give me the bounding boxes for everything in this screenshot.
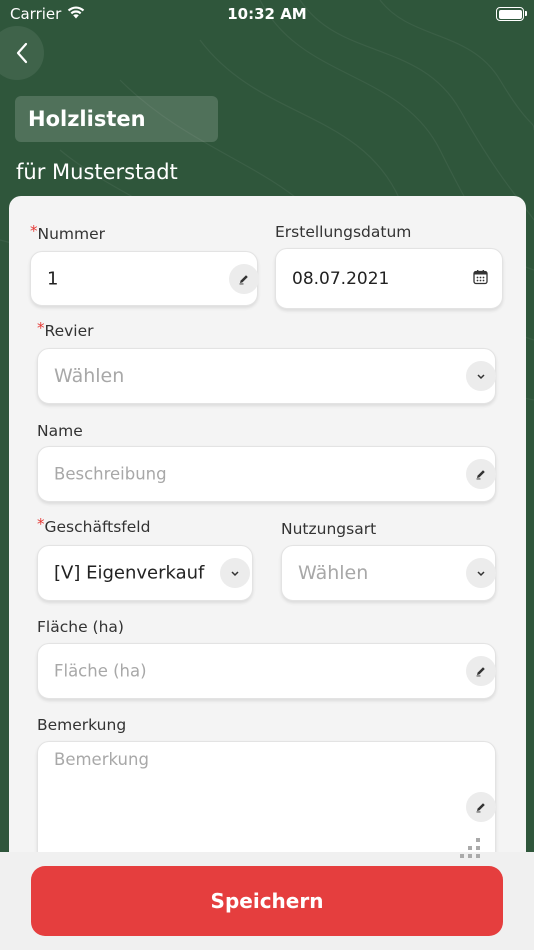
revier-label: *Revier <box>37 319 94 340</box>
pencil-icon[interactable] <box>229 263 259 294</box>
chevron-down-icon[interactable] <box>466 361 496 391</box>
bemerkung-placeholder: Bemerkung <box>54 750 149 769</box>
required-marker: * <box>30 222 38 240</box>
chevron-down-icon[interactable] <box>466 558 496 588</box>
nutzungsart-label: Nutzungsart <box>281 520 377 538</box>
required-marker: * <box>37 515 45 533</box>
page-title: Holzlisten <box>15 96 218 142</box>
nummer-input[interactable]: 1 <box>30 251 259 306</box>
status-time: 10:32 AM <box>227 5 307 23</box>
flaeche-label: Fläche (ha) <box>37 618 124 636</box>
status-bar: Carrier 10:32 AM <box>0 0 534 28</box>
bemerkung-label: Bemerkung <box>37 716 127 734</box>
geschaeftsfeld-value: [V] Eigenverkauf <box>54 562 205 584</box>
name-label: Name <box>37 422 83 440</box>
flaeche-placeholder: Fläche (ha) <box>54 661 147 681</box>
name-placeholder: Beschreibung <box>54 464 167 484</box>
revier-placeholder: Wählen <box>54 365 125 387</box>
erstellungsdatum-label: Erstellungsdatum <box>275 223 412 241</box>
revier-select[interactable]: Wählen <box>37 348 496 404</box>
chevron-left-icon <box>16 42 28 64</box>
save-button[interactable]: Speichern <box>31 866 503 936</box>
nummer-value: 1 <box>47 268 59 289</box>
pencil-icon[interactable] <box>466 459 496 489</box>
geschaeftsfeld-select[interactable]: [V] Eigenverkauf <box>37 545 253 601</box>
geschaeftsfeld-label: *Geschäftsfeld <box>37 515 151 536</box>
nutzungsart-placeholder: Wählen <box>298 562 369 584</box>
pencil-icon[interactable] <box>466 792 496 822</box>
erstellungsdatum-value: 08.07.2021 <box>292 268 390 289</box>
calendar-icon[interactable] <box>473 268 488 289</box>
resize-handle-icon[interactable] <box>456 836 484 862</box>
battery-icon <box>496 7 527 21</box>
name-input[interactable]: Beschreibung <box>37 446 496 502</box>
flaeche-input[interactable]: Fläche (ha) <box>37 643 496 699</box>
chevron-down-icon[interactable] <box>220 558 250 588</box>
pencil-icon[interactable] <box>466 656 496 686</box>
erstellungsdatum-input[interactable]: 08.07.2021 <box>275 248 503 309</box>
required-marker: * <box>37 319 45 337</box>
page-subtitle: für Musterstadt <box>16 160 178 184</box>
nummer-label: *Nummer <box>30 222 106 243</box>
nutzungsart-select[interactable]: Wählen <box>281 545 496 601</box>
